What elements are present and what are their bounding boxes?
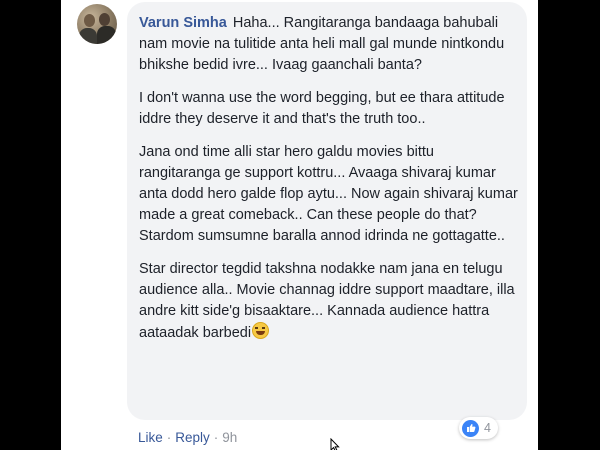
separator: · — [213, 430, 219, 445]
separator: · — [166, 430, 172, 445]
comment-body: Varun Simha Haha... Rangitaranga bandaag… — [139, 13, 519, 356]
reaction-count: 4 — [484, 421, 491, 435]
comment-paragraph-4: Star director tegdid takshna nodakke nam… — [139, 259, 519, 344]
avatar[interactable] — [77, 4, 117, 44]
avatar-person-right — [97, 26, 116, 44]
author-name-link[interactable]: Varun Simha — [139, 15, 227, 31]
reaction-count-badge[interactable]: 4 — [459, 417, 498, 439]
comment-paragraph-text: Star director tegdid takshna nodakke nam… — [139, 261, 515, 341]
like-link[interactable]: Like — [138, 430, 163, 445]
comment-actions: Like · Reply · 9h — [138, 430, 237, 445]
reply-link[interactable]: Reply — [175, 430, 210, 445]
comment-paragraph-2: I don't wanna use the word begging, but … — [139, 90, 505, 127]
comment-frame: Varun Simha Haha... Rangitaranga bandaag… — [61, 0, 538, 450]
laughing-tears-emoji-icon — [252, 322, 270, 339]
timestamp-link[interactable]: 9h — [222, 430, 237, 445]
avatar-person-left — [79, 28, 97, 44]
avatar-face-left — [84, 14, 95, 27]
like-thumb-icon — [462, 419, 479, 437]
comment-paragraph-1: Varun Simha Haha... Rangitaranga bandaag… — [139, 13, 519, 76]
mouse-cursor-icon — [330, 437, 340, 450]
comment-paragraph-3: Jana ond time alli star hero galdu movie… — [139, 144, 518, 244]
avatar-face-right — [99, 13, 110, 26]
